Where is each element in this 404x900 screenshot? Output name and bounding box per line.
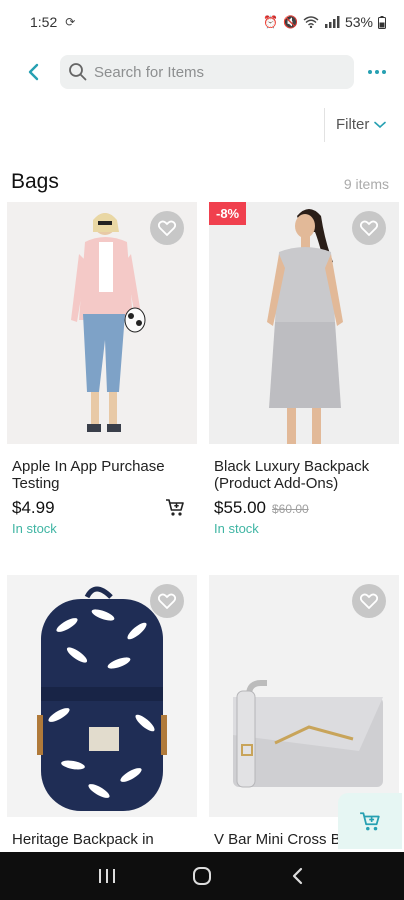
wifi-icon [303,16,319,28]
product-image[interactable] [209,575,399,817]
cart-plus-icon [166,499,184,516]
back-arrow-icon [292,867,302,885]
price-row: $4.99 [7,498,197,518]
chevron-left-icon [28,63,39,81]
back-button[interactable] [12,52,56,92]
chevron-down-icon [374,121,387,128]
product-title: Heritage Backpack in [12,831,154,848]
home-icon [192,867,211,885]
stock-status: In stock [214,521,259,536]
cart-plus-icon [360,811,380,830]
filter-button[interactable]: Filter [336,116,387,133]
product-price: $55.00 [214,498,266,517]
product-title: Black Luxury Backpack (Product Add-Ons) [214,458,370,492]
filter-row: Filter [0,106,404,146]
heart-icon [158,593,176,609]
item-count: 9 items [343,176,389,192]
add-to-cart-button[interactable] [165,498,187,518]
system-back-button[interactable] [277,856,317,896]
section-title: Bags [11,170,59,193]
heart-icon [360,220,378,236]
recent-apps-icon [99,869,116,883]
search-icon [69,63,87,81]
product-title: Apple In App Purchase Testing [12,458,165,492]
sync-icon: ⟳ [65,15,76,29]
recent-apps-button[interactable] [87,856,127,896]
favorite-button[interactable] [352,584,386,618]
discount-badge: -8% [209,202,247,225]
price-row: $55.00 $60.00 [209,498,399,518]
more-dots-icon [368,70,372,74]
product-card[interactable]: -8% Black Luxury Backpack (Product Add-O… [209,202,399,536]
system-nav-bar [0,852,404,900]
filter-label: Filter [336,116,370,133]
favorite-button[interactable] [352,211,386,245]
battery-icon [378,15,386,29]
product-card[interactable]: Apple In App Purchase Testing $4.99 In s… [7,202,197,536]
battery-percent: 53% [344,14,373,30]
original-price: $60.00 [272,502,309,516]
floating-cart-button[interactable] [338,793,402,849]
search-box[interactable] [60,55,354,89]
alarm-icon: ⏰ [263,15,279,29]
more-dot [382,70,386,74]
app-bar [0,52,404,92]
search-input[interactable] [94,63,334,81]
status-bar: 1:52 ⟳ ⏰ 🔇 53% [0,0,404,44]
home-button[interactable] [182,856,222,896]
product-image[interactable] [7,202,197,444]
filter-divider [324,108,325,142]
product-price: $4.99 [12,498,55,517]
signal-icon [324,16,340,28]
mute-icon: 🔇 [283,15,298,29]
favorite-button[interactable] [150,584,184,618]
heart-icon [158,220,176,236]
more-dot [375,70,379,74]
section-header: Bags 9 items [11,170,389,196]
heart-icon [360,593,378,609]
stock-status: In stock [12,521,57,536]
product-image[interactable]: -8% [209,202,399,444]
status-time: 1:52 [30,14,58,30]
product-card[interactable]: Heritage Backpack in [7,575,197,848]
more-options-button[interactable] [360,60,394,84]
favorite-button[interactable] [150,211,184,245]
product-image[interactable] [7,575,197,817]
